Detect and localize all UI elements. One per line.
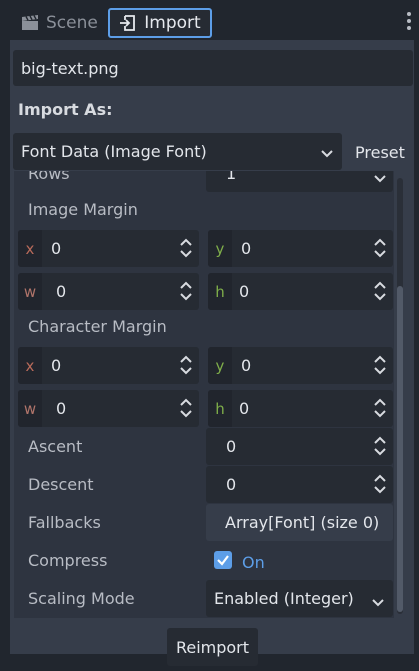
image-margin-h-value: 0 [239, 282, 250, 301]
image-margin-w-value: 0 [56, 282, 67, 301]
axis-label-w: w [18, 273, 42, 310]
ascent-value: 0 [226, 437, 237, 456]
chevron-down-icon [320, 144, 334, 163]
clapperboard-icon [21, 15, 39, 31]
file-name-field: big-text.png [13, 50, 413, 86]
rows-value: 1 [226, 171, 237, 183]
import-type-dropdown[interactable]: Font Data (Image Font) [13, 133, 342, 170]
axis-label-h: h [208, 390, 232, 427]
tab-scene-label: Scene [46, 13, 98, 33]
character-margin-h-value: 0 [239, 399, 250, 418]
character-margin-h-field[interactable]: h 0 [208, 390, 393, 427]
character-margin-w-value: 0 [56, 399, 67, 418]
scaling-mode-value: Enabled (Integer) [214, 589, 354, 608]
dock-tab-bar: Scene Import [0, 0, 419, 40]
image-margin-x-value: 0 [51, 239, 62, 258]
spin-arrows-icon[interactable] [179, 355, 193, 379]
reimport-button[interactable]: Reimport [167, 628, 258, 666]
axis-label-h: h [208, 273, 232, 310]
import-options-inspector: Rows 1 Image Margin x 0 y 0 w 0 h 0 Char… [14, 171, 394, 618]
import-icon [119, 14, 137, 32]
scaling-mode-dropdown[interactable]: Enabled (Integer) [206, 580, 393, 617]
tab-import[interactable]: Import [108, 8, 212, 38]
file-name: big-text.png [21, 58, 119, 78]
spin-arrows-icon[interactable] [373, 355, 387, 379]
compress-checkbox[interactable]: On [214, 551, 265, 573]
rows-field[interactable]: 1 [206, 171, 393, 192]
descent-value: 0 [226, 475, 237, 494]
inspector-scrollbar-thumb[interactable] [397, 286, 403, 612]
image-margin-label: Image Margin [28, 200, 138, 219]
image-margin-x-field[interactable]: x 0 [18, 230, 199, 267]
tab-scene[interactable]: Scene [21, 8, 98, 38]
descent-label: Descent [28, 475, 94, 494]
image-margin-y-field[interactable]: y 0 [208, 230, 393, 267]
scaling-mode-label: Scaling Mode [28, 589, 135, 608]
spin-arrows-icon[interactable] [179, 281, 193, 305]
character-margin-x-value: 0 [51, 356, 62, 375]
tab-import-label: Import [144, 13, 201, 33]
axis-label-x: x [18, 347, 42, 384]
character-margin-label: Character Margin [28, 317, 167, 336]
import-type-value: Font Data (Image Font) [21, 142, 207, 161]
spin-arrows-icon[interactable] [373, 474, 387, 498]
kebab-menu-icon[interactable] [407, 12, 411, 34]
checkbox-checked-icon [214, 551, 232, 573]
rows-label: Rows [28, 171, 70, 183]
spin-arrows-icon[interactable] [179, 238, 193, 262]
image-margin-h-field[interactable]: h 0 [208, 273, 393, 310]
fallbacks-value: Array[Font] (size 0) [225, 513, 380, 532]
compress-label: Compress [28, 551, 108, 570]
spin-arrows-icon[interactable] [179, 398, 193, 422]
ascent-label: Ascent [28, 437, 83, 456]
character-margin-w-field[interactable]: w 0 [18, 390, 199, 427]
spin-arrows-icon[interactable] [373, 171, 387, 187]
character-margin-y-value: 0 [241, 356, 252, 375]
chevron-down-icon [371, 593, 385, 612]
image-margin-w-field[interactable]: w 0 [18, 273, 199, 310]
descent-field[interactable]: 0 [206, 466, 393, 503]
character-margin-y-field[interactable]: y 0 [208, 347, 393, 384]
axis-label-y: y [208, 230, 232, 267]
fallbacks-field[interactable]: Array[Font] (size 0) [206, 504, 393, 541]
ascent-field[interactable]: 0 [206, 428, 393, 465]
preset-button[interactable]: Preset [355, 143, 405, 162]
character-margin-x-field[interactable]: x 0 [18, 347, 199, 384]
spin-arrows-icon[interactable] [373, 281, 387, 305]
axis-label-x: x [18, 230, 42, 267]
axis-label-y: y [208, 347, 232, 384]
compress-value: On [242, 552, 265, 572]
axis-label-w: w [18, 390, 42, 427]
spin-arrows-icon[interactable] [373, 436, 387, 460]
image-margin-y-value: 0 [241, 239, 252, 258]
spin-arrows-icon[interactable] [373, 238, 387, 262]
spin-arrows-icon[interactable] [373, 398, 387, 422]
import-as-label: Import As: [18, 100, 113, 119]
fallbacks-label: Fallbacks [28, 513, 101, 532]
